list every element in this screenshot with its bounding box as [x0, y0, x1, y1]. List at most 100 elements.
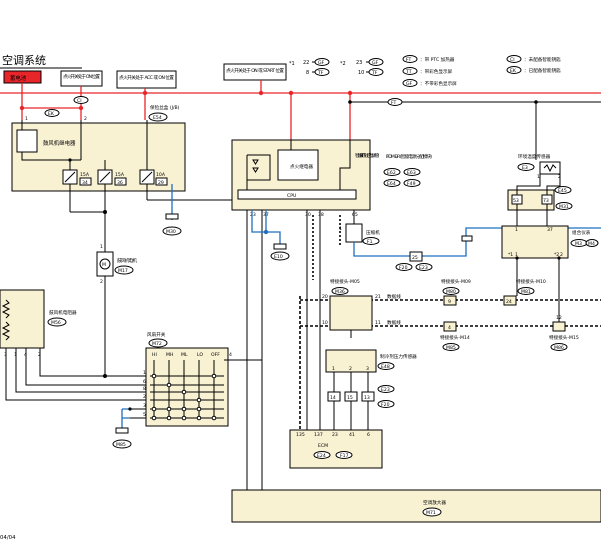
ac-amplifier-label: 空调放大器: [423, 499, 446, 506]
svg-text:2: 2: [349, 366, 352, 372]
svg-text:1: 1: [100, 244, 103, 250]
svg-text:8: 8: [306, 70, 309, 76]
svg-text:73: 73: [543, 198, 549, 204]
joint-m05-box: [329, 295, 373, 331]
svg-text:特接接头-M10: 特接接头-M10: [516, 278, 546, 285]
pressure-sensor-label: 制冷剂压力传感器: [380, 353, 417, 360]
joint-m05-label: 特接接头-M05: [330, 278, 360, 285]
ambient-sensor-label: 环境温度传感器: [518, 153, 551, 160]
svg-text:10: 10: [322, 320, 328, 326]
blower-motor-code: M17: [118, 268, 128, 274]
svg-text:10: 10: [358, 70, 364, 76]
svg-text:20: 20: [322, 294, 328, 300]
ignition-relay-label: 点火继电器: [290, 163, 313, 170]
svg-text:FT: FT: [406, 57, 412, 63]
svg-text:CI: CI: [510, 57, 515, 63]
joint-m09: 特接接头-M09 M80 9: [441, 278, 471, 306]
wiring-diagram: 空调系统 蓄电池 点火开关处于 ON 位置 点火开关处于 ACC 或 ON 位置…: [0, 53, 601, 541]
fan-switch: [145, 347, 229, 427]
svg-text:34: 34: [82, 180, 88, 186]
svg-text:14: 14: [330, 395, 336, 401]
ecm-label: ECM: [318, 443, 328, 449]
svg-text:TT: TT: [405, 69, 412, 75]
svg-text:M31: M31: [559, 204, 569, 210]
blower-resistor-label: 鼓风机电阻器: [49, 309, 77, 316]
svg-text:137: 137: [314, 432, 323, 438]
svg-text:M: M: [102, 262, 106, 268]
svg-text:1: 1: [332, 366, 335, 372]
svg-text:2: 2: [100, 279, 103, 285]
svg-text:22: 22: [303, 60, 309, 66]
svg-text:E23: E23: [381, 387, 390, 393]
svg-text:特接接头-M09: 特接接头-M09: [441, 278, 471, 285]
svg-text:E62: E62: [387, 170, 396, 176]
svg-text:2: 2: [143, 394, 146, 400]
svg-text:F17: F17: [340, 453, 349, 459]
joint-m15: 12 特接接头-M15 M86: [549, 315, 579, 351]
ambient-sensor-code: E3: [522, 165, 528, 171]
svg-text:53: 53: [513, 198, 519, 204]
svg-text:2: 2: [560, 252, 563, 258]
fuse-1: 15A 34: [62, 169, 92, 186]
svg-text:M85: M85: [446, 345, 456, 351]
svg-text:E24: E24: [317, 453, 326, 459]
fuse-3: 10A 29: [139, 169, 168, 186]
svg-text:15A: 15A: [80, 172, 90, 178]
svg-text:特接接头-M15: 特接接头-M15: [549, 334, 579, 341]
fan-switch-ground: M85: [116, 442, 126, 448]
svg-text:8: 8: [143, 386, 146, 392]
svg-text:5: 5: [143, 412, 146, 418]
svg-text:F20: F20: [381, 402, 390, 408]
data-line-bottom: 数据线: [387, 319, 401, 326]
svg-text:15: 15: [347, 395, 353, 401]
svg-text:6: 6: [143, 379, 146, 385]
page-title: 空调系统: [2, 53, 46, 67]
svg-text:2: 2: [84, 116, 87, 122]
svg-text:21: 21: [375, 294, 381, 300]
svg-text:3: 3: [366, 366, 369, 372]
svg-text:E63: E63: [407, 170, 416, 176]
svg-text:M36: M36: [335, 289, 345, 295]
svg-text:1: 1: [143, 370, 146, 376]
svg-text:E23: E23: [419, 265, 428, 271]
svg-text:4: 4: [229, 352, 232, 358]
svg-text:30: 30: [305, 212, 311, 218]
svg-text:1: 1: [25, 116, 28, 122]
svg-text:F49: F49: [407, 181, 416, 187]
svg-text:29: 29: [158, 180, 164, 186]
svg-text:LO: LO: [197, 352, 203, 358]
svg-text:GF: GF: [406, 81, 413, 87]
svg-text:11: 11: [375, 320, 381, 326]
svg-text:3: 3: [143, 403, 146, 409]
svg-text:ML: ML: [181, 352, 188, 358]
tag-ci: CI: [77, 98, 82, 104]
svg-text:E64: E64: [387, 181, 396, 187]
svg-text:TF: TF: [317, 70, 324, 76]
svg-text:MH: MH: [166, 352, 173, 358]
svg-text:9: 9: [448, 299, 451, 305]
svg-text:*2: *2: [340, 61, 346, 67]
blower-relay-label: 鼓风机继电器: [43, 139, 76, 147]
cpu-label: CPU: [287, 193, 296, 199]
svg-text:：未配备智能钥匙: ：未配备智能钥匙: [524, 56, 561, 63]
fet-label: 智能 FET (场效应晶体管): [355, 152, 380, 159]
pressure-sensor-code: E48: [381, 364, 390, 370]
svg-text:*1: *1: [508, 252, 513, 258]
fan-switch-code: M72: [152, 341, 162, 347]
svg-text:*1: *1: [289, 61, 295, 67]
svg-text:GF: GF: [318, 60, 325, 66]
blower-resistor-code: M56: [51, 320, 61, 326]
svg-text:6: 6: [367, 432, 370, 438]
svg-text:TF: TF: [371, 70, 378, 76]
svg-text:M80: M80: [446, 289, 456, 295]
svg-text:38: 38: [318, 212, 324, 218]
ac-amplifier-code: M71: [426, 510, 436, 516]
svg-text:23: 23: [332, 432, 338, 438]
svg-text:EK: EK: [510, 68, 517, 74]
svg-text:：带 PTC 加热器: ：带 PTC 加热器: [420, 56, 455, 63]
svg-text:1: 1: [515, 227, 518, 233]
compressor-label: 压缩机: [366, 229, 380, 236]
svg-text:F20: F20: [399, 265, 408, 271]
ipdm-ground: E10: [274, 254, 283, 260]
fuse-block-code: E54: [153, 115, 162, 121]
